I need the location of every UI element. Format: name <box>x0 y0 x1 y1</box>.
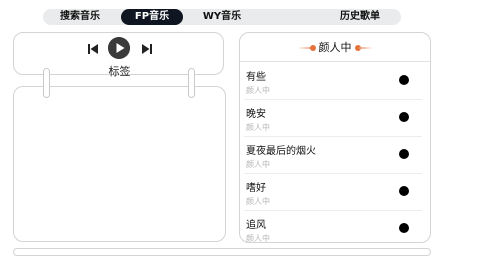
tab-history-playlist[interactable]: 历史歌单 <box>335 9 385 25</box>
play-dot-icon[interactable] <box>399 223 409 233</box>
playlist-title: 颜人中 <box>318 41 352 54</box>
playlist-header: 颜人中 <box>240 37 430 59</box>
song-row[interactable]: 晚安 颜人中 <box>240 100 430 137</box>
tab-wy-music[interactable]: WY音乐 <box>199 9 245 25</box>
song-name: 夏夜最后的烟火 <box>246 146 316 157</box>
binder-ring-right <box>188 68 195 98</box>
play-dot-icon[interactable] <box>399 112 409 122</box>
song-row[interactable]: 追风 颜人中 <box>240 211 430 243</box>
flourish-left-icon <box>297 45 316 51</box>
play-dot-icon[interactable] <box>399 75 409 85</box>
song-name: 晚安 <box>246 109 266 120</box>
notepad-panel[interactable] <box>13 86 226 242</box>
tab-search-music[interactable]: 搜索音乐 <box>55 9 105 25</box>
binder-ring-left <box>43 68 50 98</box>
play-icon[interactable] <box>108 37 130 59</box>
play-dot-icon[interactable] <box>399 186 409 196</box>
song-artist: 颜人中 <box>246 123 270 132</box>
song-name: 追风 <box>246 220 266 231</box>
bottom-progress-bar[interactable] <box>13 248 431 256</box>
flourish-right-icon <box>354 45 373 51</box>
skip-previous-icon[interactable] <box>87 43 99 55</box>
tab-fp-music[interactable]: FP音乐 <box>121 9 183 25</box>
playlist-panel: 颜人中 有些 颜人中 晚安 颜人中 夏夜最后的烟火 颜人中 嗜好 颜人中 追风 … <box>239 32 431 243</box>
song-name: 嗜好 <box>246 183 266 194</box>
song-row[interactable]: 嗜好 颜人中 <box>240 174 430 211</box>
song-artist: 颜人中 <box>246 86 270 95</box>
song-artist: 颜人中 <box>246 234 270 243</box>
top-nav: 搜索音乐 FP音乐 WY音乐 历史歌单 <box>43 9 401 25</box>
song-row[interactable]: 有些 颜人中 <box>240 63 430 100</box>
play-dot-icon[interactable] <box>399 149 409 159</box>
song-artist: 颜人中 <box>246 160 270 169</box>
song-row[interactable]: 夏夜最后的烟火 颜人中 <box>240 137 430 174</box>
skip-next-icon[interactable] <box>141 43 153 55</box>
song-name: 有些 <box>246 72 266 83</box>
playlist-divider <box>240 61 430 62</box>
song-artist: 颜人中 <box>246 197 270 206</box>
